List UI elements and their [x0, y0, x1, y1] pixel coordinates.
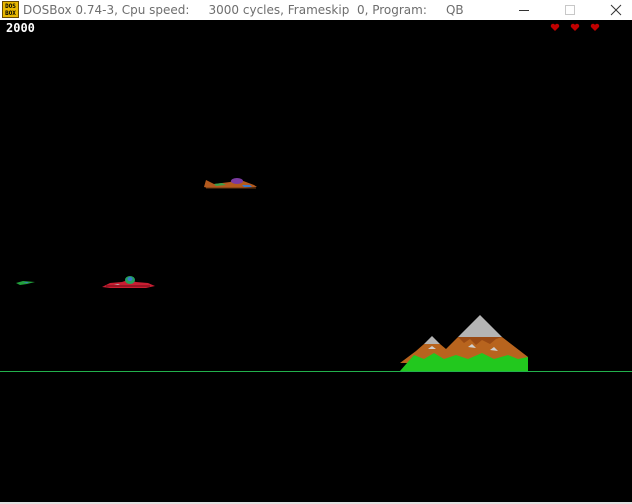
minimize-icon	[519, 10, 529, 11]
window-title: DOSBox 0.74-3, Cpu speed: 3000 cycles, F…	[23, 3, 464, 17]
close-icon	[610, 4, 622, 16]
score-counter: 2000	[6, 21, 35, 35]
mountain-terrain	[400, 315, 528, 371]
app-icon-text-bottom: BOX	[5, 10, 16, 17]
heart-icon	[570, 23, 580, 31]
lives-indicator	[548, 23, 608, 35]
maximize-icon	[565, 5, 575, 15]
ground-line	[0, 371, 632, 372]
minimize-button[interactable]	[504, 0, 544, 20]
game-screen[interactable]: 2000	[0, 20, 632, 502]
close-button[interactable]	[596, 0, 632, 20]
maximize-button[interactable]	[550, 0, 590, 20]
heart-icon	[550, 23, 560, 31]
app-icon-text-top: DOS	[5, 3, 16, 10]
enemy-projectile	[16, 281, 35, 285]
heart-icon	[590, 23, 600, 31]
window-titlebar[interactable]: DOS BOX DOSBox 0.74-3, Cpu speed: 3000 c…	[0, 0, 632, 20]
dosbox-app-icon[interactable]: DOS BOX	[2, 1, 19, 18]
player-ship	[102, 276, 155, 288]
enemy-ship	[204, 178, 257, 189]
